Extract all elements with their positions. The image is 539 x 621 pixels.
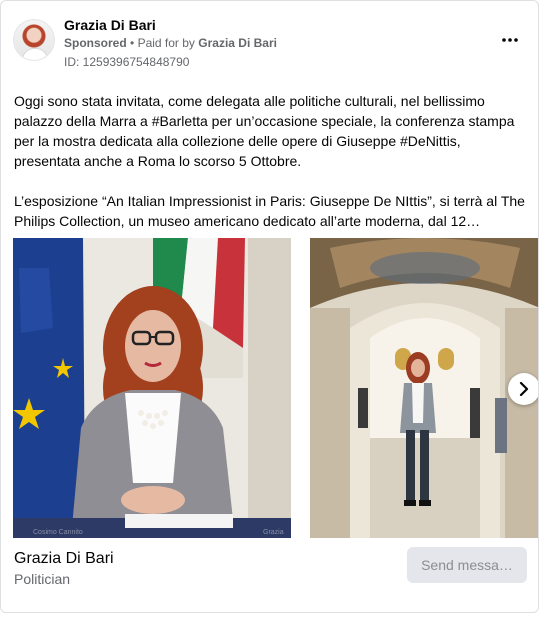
sponsored-post-card: Grazia Di Bari Sponsored • Paid for by G… (0, 0, 539, 613)
cta-page-category: Politician (14, 571, 71, 587)
courtyard-photo (310, 238, 538, 538)
more-horizontal-icon (502, 38, 518, 42)
sponsored-line: Sponsored • Paid for by Grazia Di Bari (64, 36, 277, 50)
paid-for-name: Grazia Di Bari (198, 36, 277, 50)
carousel-slide-2[interactable] (310, 238, 538, 538)
post-header: Grazia Di Bari Sponsored • Paid for by G… (13, 13, 526, 73)
post-body-text: Oggi sono stata invitata, come delegata … (14, 91, 530, 231)
carousel-next-button[interactable] (508, 373, 538, 405)
avatar[interactable] (13, 19, 55, 61)
conference-photo: Cosimo Cannito Grazia (13, 238, 291, 538)
body-paragraph-2: L’esposizione “An Italian Impressionist … (14, 193, 525, 229)
nameplate-left: Cosimo Cannito (33, 529, 83, 536)
page-name[interactable]: Grazia Di Bari (64, 17, 156, 33)
nameplate-right: Grazia (263, 529, 284, 536)
image-carousel[interactable]: Cosimo Cannito Grazia (13, 238, 538, 538)
ad-id: ID: 1259396754848790 (64, 55, 190, 69)
send-message-button[interactable]: Send messa… (407, 547, 527, 583)
more-options-button[interactable] (498, 29, 522, 49)
paid-for-prefix: Paid for by (137, 36, 195, 50)
chevron-right-icon (519, 382, 529, 396)
separator-dot: • (130, 36, 135, 50)
avatar-shoulders (22, 48, 48, 60)
body-paragraph-1: Oggi sono stata invitata, come delegata … (14, 93, 515, 169)
sponsored-label: Sponsored (64, 36, 127, 50)
cta-page-name[interactable]: Grazia Di Bari (14, 550, 114, 568)
carousel-slide-1[interactable]: Cosimo Cannito Grazia (13, 238, 291, 538)
